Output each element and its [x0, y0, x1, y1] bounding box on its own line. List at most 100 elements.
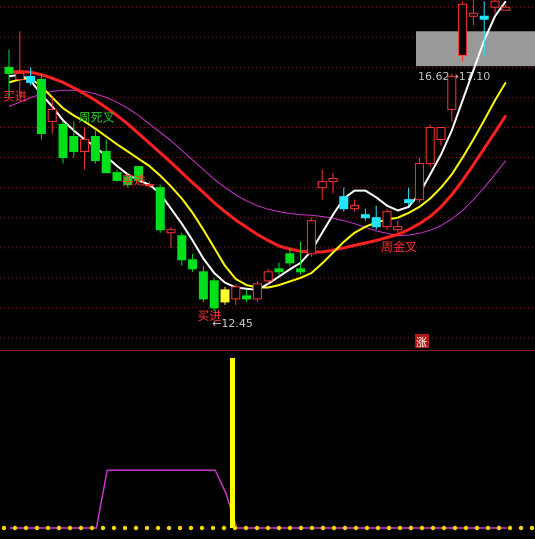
stock-chart-window: 16.62→17.10 买进周死叉买进买进周金叉 ←12.45 涨: [0, 0, 535, 535]
indicator-dot: [67, 525, 73, 531]
candle-body: [447, 75, 457, 110]
indicator-dot: [144, 525, 150, 531]
candle-body: [371, 217, 381, 228]
indicator-dot: [56, 525, 62, 531]
indicator-dot: [463, 525, 469, 531]
candle-body: [339, 196, 349, 210]
indicator-dot: [320, 525, 326, 531]
candle-body: [274, 268, 284, 273]
indicator-dot: [518, 525, 524, 531]
indicator-dot: [287, 525, 293, 531]
indicator-dot: [45, 525, 51, 531]
candle-body: [414, 163, 424, 201]
indicator-dot: [177, 525, 183, 531]
candle-body: [198, 271, 208, 300]
candle-body: [436, 126, 446, 141]
indicator-dot: [452, 525, 458, 531]
indicator-dot: [408, 525, 414, 531]
indicator-dot: [199, 525, 205, 531]
indicator-dot: [353, 525, 359, 531]
candle-body: [306, 220, 316, 255]
candle-body: [26, 75, 36, 83]
indicator-dot: [23, 525, 29, 531]
candle-body: [231, 286, 241, 300]
indicator-dot: [397, 525, 403, 531]
candle-body: [144, 184, 154, 187]
candle-body: [112, 172, 122, 181]
indicator-dot: [364, 525, 370, 531]
candle-body: [263, 271, 273, 282]
indicator-dot: [309, 525, 315, 531]
candle-body: [47, 108, 57, 122]
candle-body: [458, 3, 468, 56]
signal-label: 买进: [122, 174, 146, 188]
candle-body: [188, 259, 198, 270]
indicator-dot: [375, 525, 381, 531]
indicator-dot: [210, 525, 216, 531]
candle-body: [350, 205, 360, 210]
indicator-dot: [342, 525, 348, 531]
candle-body: [296, 268, 306, 273]
indicator-dot: [89, 525, 95, 531]
indicator-dot: [243, 525, 249, 531]
candle-body: [80, 139, 90, 153]
low-price-marker: ←12.45: [212, 317, 253, 330]
candle-body: [317, 181, 327, 189]
candle-body: [425, 126, 435, 165]
indicator-dot: [232, 525, 238, 531]
indicator-dot: [155, 525, 161, 531]
candle-body: [252, 283, 262, 300]
indicator-dot: [529, 525, 535, 531]
low-price-label: ←12.45: [212, 317, 253, 330]
indicator-dot: [78, 525, 84, 531]
indicator-dot: [496, 525, 502, 531]
candle-body: [15, 72, 25, 80]
candle-body: [242, 295, 252, 300]
indicator-dot: [331, 525, 337, 531]
signal-label: 周死叉: [79, 110, 115, 124]
zhang-badge: 涨: [415, 334, 429, 349]
candle-body: [479, 15, 489, 20]
candle-body: [209, 280, 219, 309]
indicator-dot: [265, 525, 271, 531]
indicator-dot: [254, 525, 260, 531]
zhang-badge-label: 涨: [416, 336, 427, 349]
indicator-dot: [1, 525, 7, 531]
indicator-dot: [100, 525, 106, 531]
indicator-dot: [485, 525, 491, 531]
indicator-dot: [188, 525, 194, 531]
signal-label: 周金叉: [381, 239, 417, 254]
candle-body: [101, 151, 111, 174]
indicator-dot: [386, 525, 392, 531]
signal-label: 买进: [3, 89, 27, 103]
indicator-dot: [221, 525, 227, 531]
candle-body: [177, 235, 187, 261]
candle-body: [393, 226, 403, 231]
indicator-dot: [298, 525, 304, 531]
candle-body: [404, 199, 414, 204]
indicator-bar: [230, 358, 235, 528]
indicator-dot: [133, 525, 139, 531]
indicator-dot: [430, 525, 436, 531]
candle-body: [285, 253, 295, 264]
chart-canvas[interactable]: 16.62→17.10 买进周死叉买进买进周金叉 ←12.45 涨: [0, 0, 535, 535]
candle-body: [490, 0, 500, 8]
candle-body: [4, 66, 14, 74]
indicator-dot: [166, 525, 172, 531]
indicator-dot: [12, 525, 18, 531]
candle-body: [360, 214, 370, 219]
candle-body: [166, 229, 176, 234]
candle-body: [220, 289, 230, 303]
indicator-dot: [122, 525, 128, 531]
candle-body: [382, 211, 392, 228]
candle-body: [58, 123, 68, 159]
indicator-dot: [507, 525, 513, 531]
candle-body: [155, 187, 165, 231]
indicator-dot: [474, 525, 480, 531]
candle-body: [69, 136, 79, 153]
indicator-dot: [111, 525, 117, 531]
indicator-dot: [276, 525, 282, 531]
price-band-rect: [416, 31, 535, 67]
candle-body: [90, 136, 100, 162]
candle-body: [36, 78, 46, 135]
